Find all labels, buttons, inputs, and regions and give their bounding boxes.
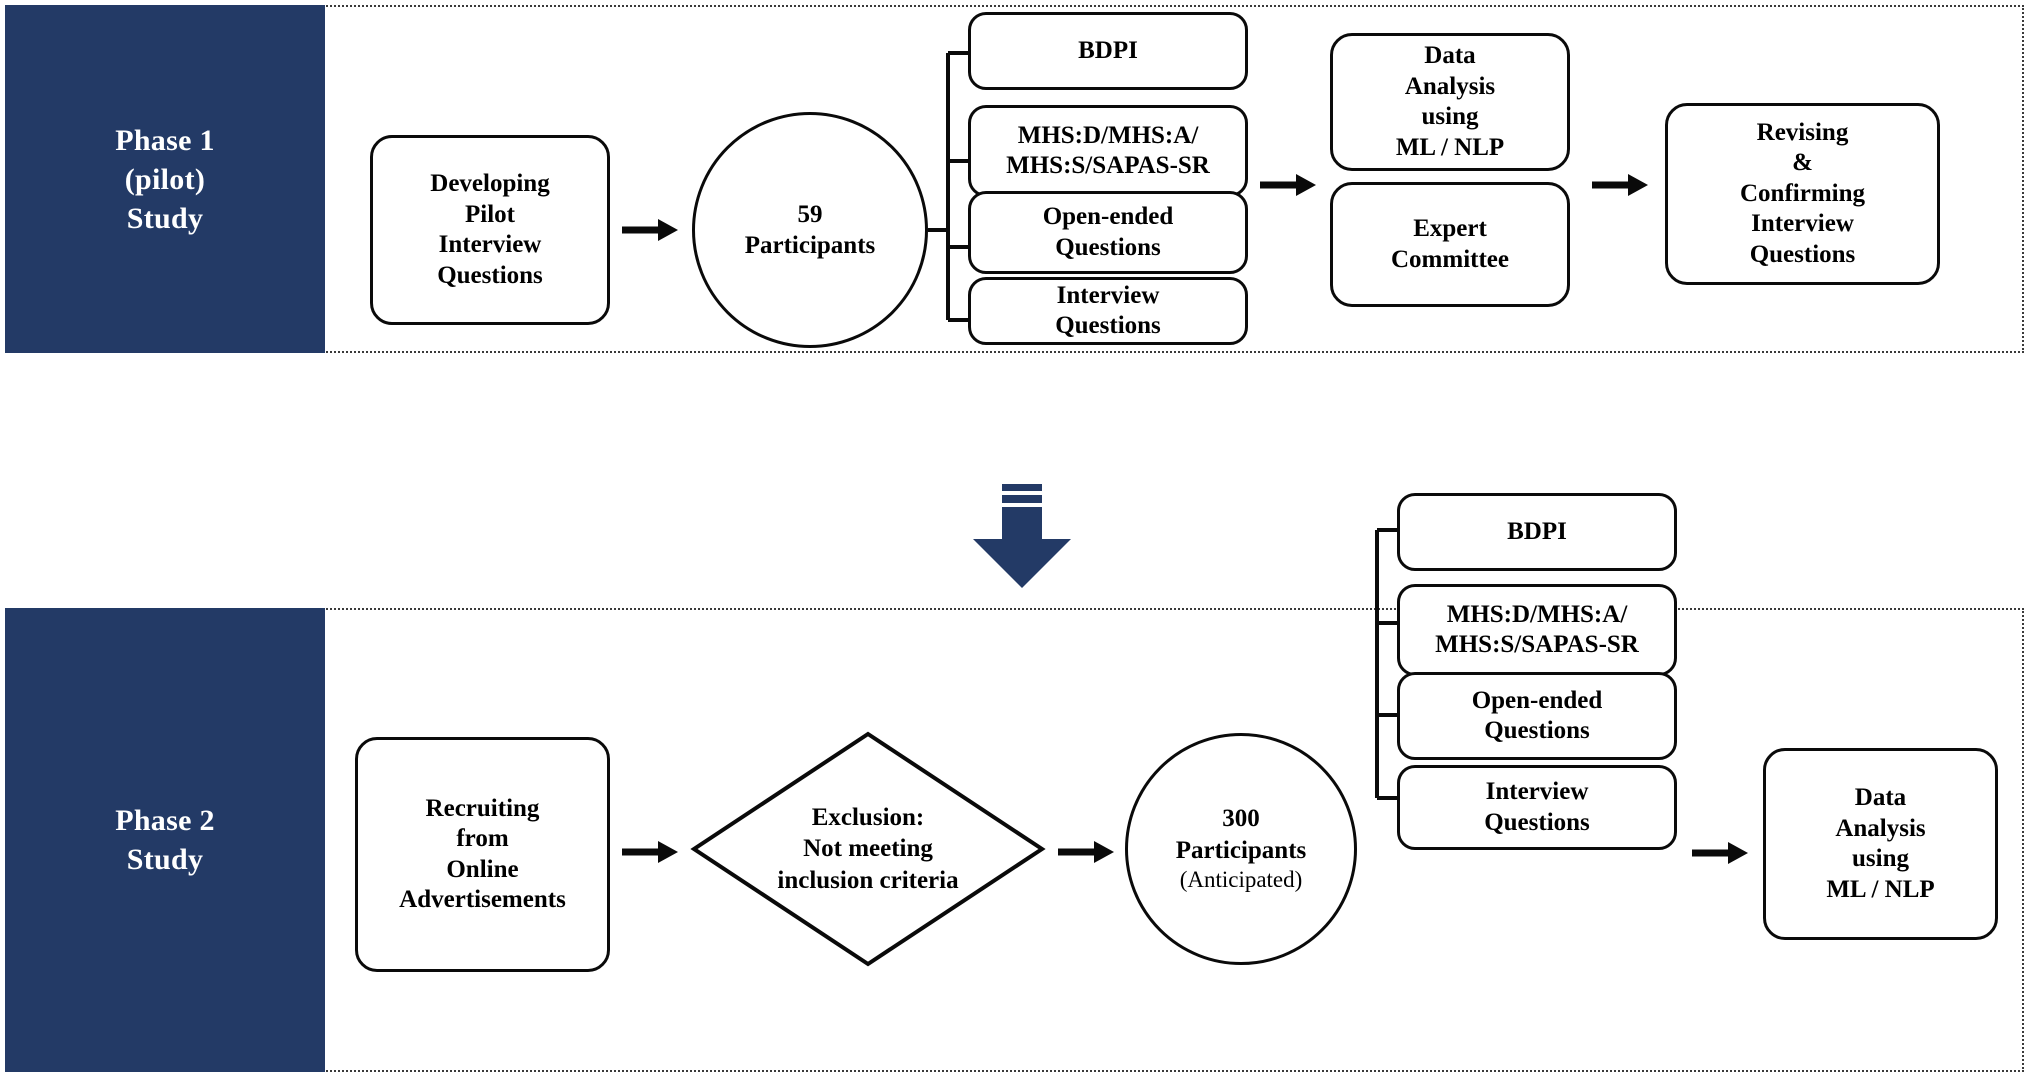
phase1-revising-confirming-text: Revising & Confirming Interview Question… (1740, 118, 1865, 268)
phase2-exclusion-diamond[interactable]: Exclusion: Not meeting inclusion criteri… (690, 730, 1046, 968)
phase1-developing-questions-box[interactable]: Developing Pilot Interview Questions (370, 135, 610, 325)
phase2-recruiting-text: Recruiting from Online Advertisements (399, 794, 566, 914)
phase1-participants-circle[interactable]: 59 Participants (692, 112, 928, 348)
phase1-data-analysis-text: Data Analysis using ML / NLP (1395, 42, 1505, 161)
phase-transition-down-arrow-icon (973, 484, 1071, 588)
phase1-arrow-instruments-to-analysis (1260, 174, 1316, 196)
phase2-participants-count: 300 (1222, 805, 1260, 833)
phase2-instrument-interview-box[interactable]: Interview Questions (1397, 765, 1677, 850)
phase1-instrument-bdpi-box[interactable]: BDPI (968, 12, 1248, 90)
phase1-instrument-mhs-text: MHS:D/MHS:A/ MHS:S/SAPAS-SR (1006, 121, 1210, 180)
phase2-instrument-bdpi-box[interactable]: BDPI (1397, 493, 1677, 571)
phase2-arrow-recruiting-to-exclusion (622, 841, 678, 863)
phase-1-label-text: Phase 1 (pilot) Study (115, 123, 215, 235)
phase2-instrument-mhs-text: MHS:D/MHS:A/ MHS:S/SAPAS-SR (1435, 600, 1639, 659)
phase2-participants-word: Participants (1175, 836, 1307, 864)
phase1-expert-committee-box[interactable]: Expert Committee (1330, 182, 1570, 307)
phase2-data-analysis-box[interactable]: Data Analysis using ML / NLP (1763, 748, 1998, 940)
phase1-arrow-analysis-to-revising (1592, 174, 1648, 196)
phase1-instrument-open-ended-box[interactable]: Open-ended Questions (968, 191, 1248, 274)
phase-1-label: Phase 1 (pilot) Study (5, 5, 325, 353)
phase2-instrument-open-ended-box[interactable]: Open-ended Questions (1397, 672, 1677, 760)
phase2-instrument-mhs-box[interactable]: MHS:D/MHS:A/ MHS:S/SAPAS-SR (1397, 584, 1677, 676)
phase2-exclusion-diamond-shape (690, 731, 1046, 967)
phase2-participants-circle[interactable]: 300 Participants (Anticipated) (1125, 733, 1357, 965)
phase2-instrument-interview-text: Interview Questions (1484, 778, 1590, 836)
phase1-instrument-mhs-box[interactable]: MHS:D/MHS:A/ MHS:S/SAPAS-SR (968, 105, 1248, 197)
phase2-instrument-open-ended-text: Open-ended Questions (1471, 686, 1603, 745)
flowchart-canvas: Phase 1 (pilot) Study Developing Pilot I… (0, 0, 2032, 1079)
phase2-arrow-instruments-to-analysis (1692, 842, 1748, 864)
phase1-revising-confirming-box[interactable]: Revising & Confirming Interview Question… (1665, 103, 1940, 285)
phase2-recruiting-box[interactable]: Recruiting from Online Advertisements (355, 737, 610, 972)
phase1-participants-count: 59 (797, 200, 823, 228)
phase1-developing-questions-text: Developing Pilot Interview Questions (430, 170, 550, 289)
phase1-instrument-interview-text: Interview Questions (1055, 281, 1161, 340)
phase1-instrument-bdpi-text: BDPI (1078, 36, 1138, 64)
phase1-participants-word: Participants (744, 232, 876, 259)
phase2-instrument-bdpi-text: BDPI (1507, 517, 1567, 545)
phase1-data-analysis-box[interactable]: Data Analysis using ML / NLP (1330, 33, 1570, 171)
phase1-instrument-open-ended-text: Open-ended Questions (1042, 203, 1174, 261)
phase2-participants-note: (Anticipated) (1179, 866, 1303, 892)
phase2-arrow-exclusion-to-participants (1058, 841, 1114, 863)
phase2-data-analysis-text: Data Analysis using ML / NLP (1826, 784, 1935, 903)
phase1-arrow-develop-to-participants (622, 219, 678, 241)
phase1-expert-committee-text: Expert Committee (1391, 215, 1509, 273)
phase1-instrument-interview-box[interactable]: Interview Questions (968, 277, 1248, 345)
phase-2-label-text: Phase 2 Study (115, 804, 215, 876)
phase-2-label: Phase 2 Study (5, 608, 325, 1072)
